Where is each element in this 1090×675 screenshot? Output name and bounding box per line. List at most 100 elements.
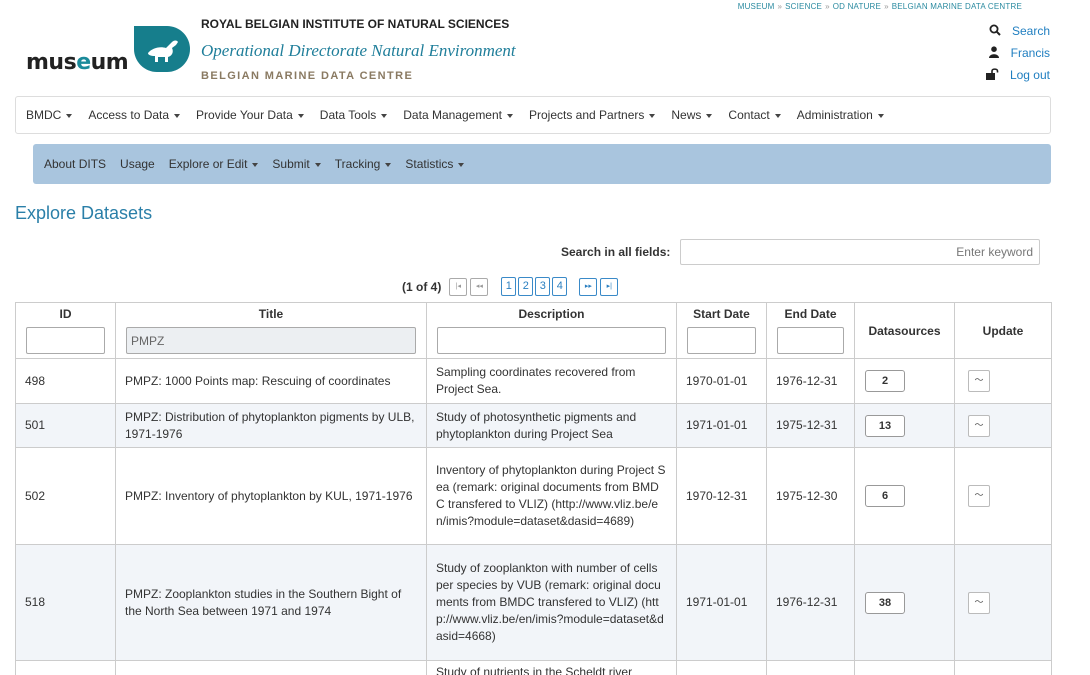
update-button[interactable]: 〜 <box>968 485 990 507</box>
last-page-button[interactable]: ▸| <box>600 277 619 296</box>
page-4-button[interactable]: 4 <box>552 277 568 296</box>
subnav-submit[interactable]: Submit <box>272 157 321 171</box>
cell-id: 501 <box>15 403 116 448</box>
col-update-header: Update <box>954 302 1052 359</box>
directorate-name: Operational Directorate Natural Environm… <box>201 41 516 60</box>
user-links: Search Francis Log out <box>986 20 1050 86</box>
centre-name: BELGIAN MARINE DATA CENTRE <box>201 70 414 82</box>
cell-start-date <box>676 660 767 675</box>
update-button[interactable]: 〜 <box>968 591 990 614</box>
cell-title: PMPZ: Distribution of phytoplankton pigm… <box>115 403 427 448</box>
datasources-button[interactable]: 2 <box>865 370 905 392</box>
search-icon <box>988 24 1002 39</box>
update-icon: 〜 <box>974 490 984 500</box>
first-page-button[interactable]: |◂ <box>449 277 468 296</box>
breadcrumb-museum[interactable]: MUSEUM <box>738 2 775 11</box>
paginator: (1 of 4) |◂ ◂◂ 1 2 3 4 ▸▸ ▸| <box>402 277 621 296</box>
update-icon: 〜 <box>974 375 984 385</box>
cell-datasources: 13 <box>854 403 955 448</box>
nav-projects-and-partners[interactable]: Projects and Partners <box>529 108 656 122</box>
table-row[interactable]: 501 PMPZ: Distribution of phytoplankton … <box>15 403 1052 448</box>
page-1-button[interactable]: 1 <box>501 277 517 296</box>
caret-down-icon <box>66 113 73 118</box>
user-icon <box>987 45 1001 61</box>
user-link[interactable]: Francis <box>986 42 1050 64</box>
nav-contact[interactable]: Contact <box>728 108 781 122</box>
logo-badge <box>134 26 190 72</box>
datasources-button[interactable]: 6 <box>865 485 905 507</box>
search-label: Search in all fields: <box>561 245 671 259</box>
cell-end-date: 1976-12-31 <box>766 358 855 404</box>
id-filter-input[interactable] <box>26 327 105 354</box>
prev-page-button[interactable]: ◂◂ <box>470 277 489 296</box>
breadcrumb-od-nature[interactable]: OD NATURE <box>833 2 881 11</box>
col-title-header: Title <box>115 302 427 359</box>
cell-id: 502 <box>15 447 116 545</box>
table-row[interactable]: 518 PMPZ: Zooplankton studies in the Sou… <box>15 544 1052 661</box>
breadcrumb-bmdc[interactable]: BELGIAN MARINE DATA CENTRE <box>892 2 1022 11</box>
caret-down-icon <box>174 113 181 118</box>
next-page-button[interactable]: ▸▸ <box>579 277 598 296</box>
table-row[interactable]: 502 PMPZ: Inventory of phytoplankton by … <box>15 447 1052 545</box>
subnav-tracking[interactable]: Tracking <box>335 157 392 171</box>
datasources-button[interactable]: 38 <box>865 591 905 614</box>
nav-bmdc[interactable]: BMDC <box>26 108 73 122</box>
nav-data-management[interactable]: Data Management <box>403 108 513 122</box>
caret-down-icon <box>774 113 781 118</box>
caret-down-icon <box>649 113 656 118</box>
cell-id: 518 <box>15 544 116 661</box>
table-header-row: ID Title Description Start Date End Date… <box>15 302 1052 359</box>
breadcrumb: MUSEUM» SCIENCE» OD NATURE» BELGIAN MARINE … <box>737 2 1022 11</box>
cell-description: Sampling coordinates recovered from Proj… <box>426 358 677 404</box>
cell-end-date: 1975-12-31 <box>766 403 855 448</box>
table-row[interactable]: 498 PMPZ: 1000 Points map: Rescuing of c… <box>15 358 1052 404</box>
nav-news[interactable]: News <box>671 108 713 122</box>
end-date-filter-input[interactable] <box>777 327 844 354</box>
breadcrumb-science[interactable]: SCIENCE <box>785 2 822 11</box>
page-2-button[interactable]: 2 <box>518 277 534 296</box>
cell-datasources: 2 <box>854 358 955 404</box>
update-button[interactable]: 〜 <box>968 370 990 392</box>
page-3-button[interactable]: 3 <box>535 277 551 296</box>
cell-end-date: 1976-12-31 <box>766 544 855 661</box>
cell-title: PMPZ: Inventory of phytoplankton by KUL,… <box>115 447 427 545</box>
logout-link[interactable]: Log out <box>986 64 1050 86</box>
subnav-about-dits[interactable]: About DITS <box>44 157 106 171</box>
cell-datasources <box>854 660 955 675</box>
col-start-date-header: Start Date <box>676 302 767 359</box>
cell-update: 〜 <box>954 358 1052 404</box>
cell-description: Study of nutrients in the Scheldt river <box>426 660 677 675</box>
datasources-button[interactable]: 13 <box>865 414 905 437</box>
logout-label: Log out <box>1009 68 1050 82</box>
subnav-explore-or-edit[interactable]: Explore or Edit <box>169 157 259 171</box>
subnav-usage[interactable]: Usage <box>120 157 155 171</box>
museum-logo[interactable]: museum <box>16 22 190 75</box>
cell-update: 〜 <box>954 544 1052 661</box>
caret-down-icon <box>385 162 392 167</box>
global-search-input[interactable] <box>680 239 1040 265</box>
title-filter-input[interactable] <box>126 327 416 354</box>
cell-start-date: 1970-01-01 <box>676 358 767 404</box>
caret-down-icon <box>314 162 321 167</box>
search-link[interactable]: Search <box>986 20 1050 42</box>
cell-description: Study of zooplankton with number of cell… <box>426 544 677 661</box>
caret-down-icon <box>297 113 304 118</box>
subnav-statistics[interactable]: Statistics <box>405 157 465 171</box>
caret-down-icon <box>252 162 259 167</box>
cell-start-date: 1970-12-31 <box>676 447 767 545</box>
nav-access-to-data[interactable]: Access to Data <box>88 108 181 122</box>
nav-administration[interactable]: Administration <box>797 108 884 122</box>
page-info: (1 of 4) <box>402 279 442 294</box>
cell-datasources: 38 <box>854 544 955 661</box>
description-filter-input[interactable] <box>437 327 666 354</box>
page-title: Explore Datasets <box>15 203 153 223</box>
nav-data-tools[interactable]: Data Tools <box>320 108 388 122</box>
cell-start-date: 1971-01-01 <box>676 403 767 448</box>
table-row[interactable]: Study of nutrients in the Scheldt river <box>15 660 1052 675</box>
start-date-filter-input[interactable] <box>687 327 756 354</box>
caret-down-icon <box>381 113 388 118</box>
nav-provide-your-data[interactable]: Provide Your Data <box>196 108 304 122</box>
update-button[interactable]: 〜 <box>968 414 990 437</box>
caret-down-icon <box>706 113 713 118</box>
sub-nav: About DITS Usage Explore or Edit Submit … <box>33 144 1051 184</box>
